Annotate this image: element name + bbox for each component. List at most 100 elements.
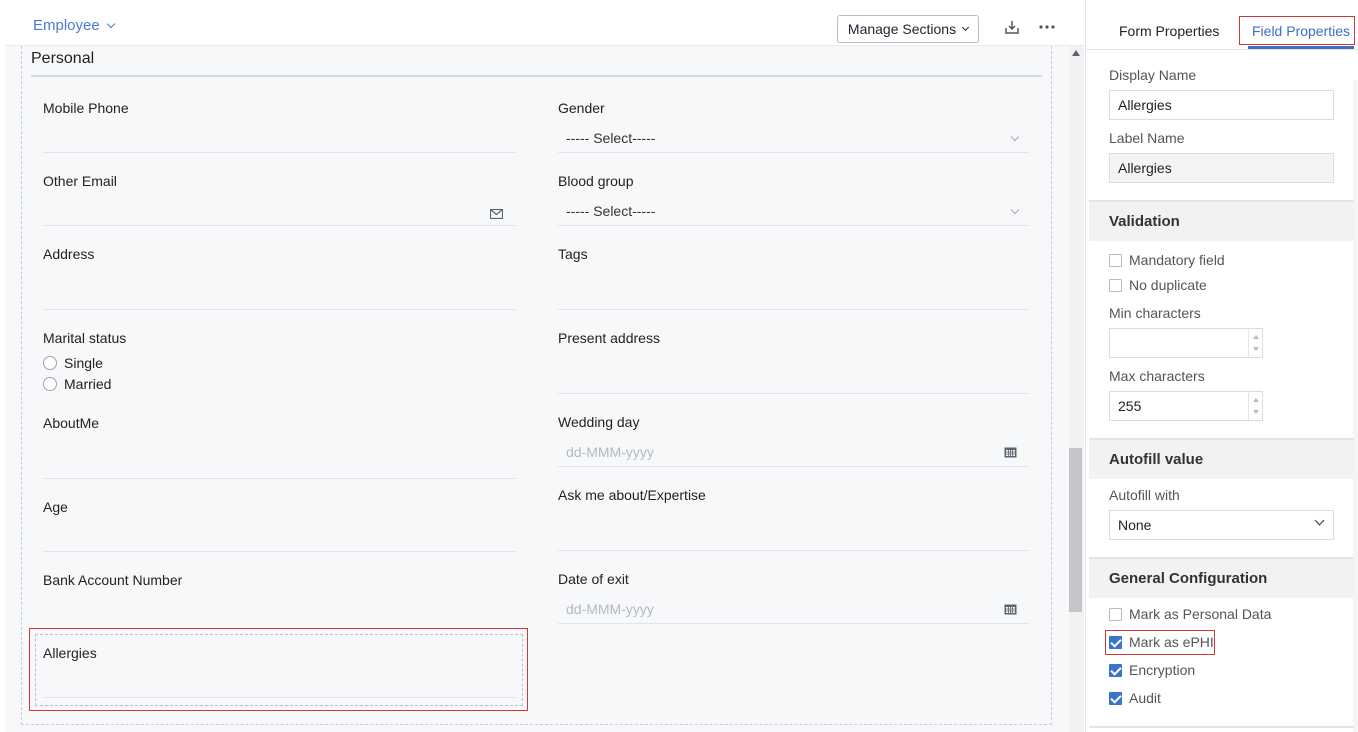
no-duplicate-checkbox[interactable]: No duplicate: [1109, 277, 1207, 293]
validation-title: Validation: [1109, 213, 1180, 230]
checkbox-label: Mark as Personal Data: [1129, 606, 1272, 622]
field-tags[interactable]: Tags: [558, 246, 1029, 310]
autofill-title: Autofill value: [1109, 451, 1204, 468]
field-present-address[interactable]: Present address: [558, 330, 1029, 394]
field-blood-group[interactable]: Blood group ----- Select-----: [558, 173, 1029, 226]
stepper-up-icon[interactable]: [1253, 398, 1259, 402]
stepper-down-icon[interactable]: [1253, 347, 1259, 351]
field-underline: [558, 550, 1029, 551]
scroll-thumb[interactable]: [1069, 448, 1082, 612]
checkbox-box[interactable]: [1109, 607, 1122, 621]
max-characters-label: Max characters: [1109, 368, 1205, 384]
checkbox-box[interactable]: [1109, 635, 1122, 649]
download-icon[interactable]: [1004, 19, 1022, 37]
chevron-down-icon: [106, 19, 115, 29]
checkbox-label: Audit: [1129, 690, 1161, 706]
field-about-me[interactable]: AboutMe: [43, 415, 516, 479]
field-age[interactable]: Age: [43, 499, 516, 552]
checkbox-box[interactable]: [1109, 278, 1122, 292]
manage-sections-button[interactable]: Manage Sections: [837, 15, 979, 43]
field-wedding-day[interactable]: Wedding day dd-MMM-yyyy: [558, 414, 1029, 467]
chevron-down-icon: [962, 23, 970, 32]
properties-panel: Form Properties Field Properties Display…: [1085, 0, 1358, 732]
wedding-day-placeholder: dd-MMM-yyyy: [566, 444, 654, 460]
field-label: Ask me about/Expertise: [558, 487, 706, 503]
field-other-email[interactable]: Other Email: [43, 173, 516, 226]
autofill-section-header: Autofill value: [1089, 438, 1354, 479]
field-bank-account[interactable]: Bank Account Number: [43, 572, 516, 625]
min-characters-input[interactable]: [1109, 328, 1263, 358]
checkbox-label: Mark as ePHI: [1129, 634, 1214, 650]
calendar-icon[interactable]: [1004, 445, 1017, 458]
field-date-of-exit[interactable]: Date of exit dd-MMM-yyyy: [558, 571, 1029, 624]
chevron-down-icon: [1010, 132, 1020, 142]
radio-circle[interactable]: [43, 377, 57, 391]
field-gender[interactable]: Gender ----- Select-----: [558, 100, 1029, 153]
min-characters-stepper[interactable]: [1248, 329, 1262, 357]
field-underline: [558, 623, 1029, 624]
field-underline: [558, 466, 1029, 467]
mandatory-field-checkbox[interactable]: Mandatory field: [1109, 252, 1225, 268]
field-underline: [43, 225, 516, 226]
mark-personal-data-checkbox[interactable]: Mark as Personal Data: [1109, 606, 1271, 622]
tab-form-properties[interactable]: Form Properties: [1119, 23, 1219, 39]
autofill-with-select[interactable]: None: [1109, 510, 1334, 540]
radio-circle[interactable]: [43, 356, 57, 370]
field-underline: [43, 697, 516, 698]
stepper-down-icon[interactable]: [1253, 410, 1259, 414]
max-characters-input[interactable]: [1109, 391, 1263, 421]
field-label: Age: [43, 499, 68, 515]
stepper-up-icon[interactable]: [1253, 335, 1259, 339]
active-tab-underline: [1248, 46, 1354, 49]
panel-scrollbar[interactable]: [1353, 80, 1358, 732]
calendar-icon[interactable]: [1004, 602, 1017, 615]
gender-select-value[interactable]: ----- Select-----: [566, 130, 655, 146]
field-underline: [558, 393, 1029, 394]
chevron-down-icon: [1010, 205, 1020, 215]
encryption-checkbox[interactable]: Encryption: [1109, 662, 1195, 678]
display-name-input[interactable]: [1109, 90, 1334, 120]
field-underline: [43, 309, 516, 310]
field-label: Wedding day: [558, 414, 640, 430]
date-of-exit-placeholder: dd-MMM-yyyy: [566, 601, 654, 617]
form-selector[interactable]: Employee: [33, 17, 115, 34]
field-label: Address: [43, 246, 95, 262]
field-allergies-content[interactable]: Allergies: [43, 645, 516, 698]
section-divider: [31, 75, 1042, 77]
more-horizontal-icon[interactable]: [1038, 19, 1056, 37]
mark-ephi-checkbox[interactable]: Mark as ePHI: [1109, 634, 1214, 650]
general-config-title: General Configuration: [1109, 570, 1268, 587]
autofill-with-value: None: [1118, 517, 1152, 533]
scroll-up-arrow-icon[interactable]: [1072, 50, 1080, 56]
checkbox-box[interactable]: [1109, 691, 1122, 705]
audit-checkbox[interactable]: Audit: [1109, 690, 1161, 706]
blood-group-select-value[interactable]: ----- Select-----: [566, 203, 655, 219]
mail-icon: [489, 206, 504, 220]
autofill-with-label: Autofill with: [1109, 487, 1180, 503]
field-label: Tags: [558, 246, 588, 262]
form-selector-label: Employee: [33, 17, 100, 34]
chevron-down-icon: [1314, 515, 1325, 526]
field-underline: [43, 152, 516, 153]
field-expertise[interactable]: Ask me about/Expertise: [558, 487, 1029, 551]
field-label: Gender: [558, 100, 605, 116]
label-name-input[interactable]: [1109, 153, 1334, 183]
field-underline: [43, 478, 516, 479]
field-label: Allergies: [43, 645, 97, 661]
radio-married[interactable]: Married: [43, 376, 111, 392]
checkbox-box[interactable]: [1109, 253, 1122, 267]
field-mobile-phone[interactable]: Mobile Phone: [43, 100, 516, 153]
field-address[interactable]: Address: [43, 246, 516, 310]
radio-single[interactable]: Single: [43, 355, 103, 371]
manage-sections-label: Manage Sections: [847, 21, 957, 37]
field-label: Marital status: [43, 330, 127, 346]
checkbox-box[interactable]: [1109, 663, 1122, 677]
checkbox-label: No duplicate: [1129, 277, 1207, 293]
radio-label: Single: [64, 355, 103, 371]
tab-field-properties[interactable]: Field Properties: [1252, 23, 1350, 39]
canvas-scrollbar[interactable]: [1069, 46, 1084, 732]
max-characters-stepper[interactable]: [1248, 392, 1262, 420]
field-label: Present address: [558, 330, 660, 346]
radio-label: Married: [64, 376, 112, 392]
min-characters-label: Min characters: [1109, 305, 1201, 321]
